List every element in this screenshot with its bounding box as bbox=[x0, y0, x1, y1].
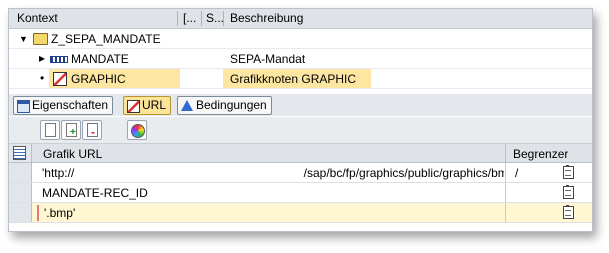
tree-node-z-sepa-mandate[interactable]: ▼ Z_SEPA_MANDATE bbox=[9, 29, 592, 49]
limiter-cell[interactable] bbox=[505, 203, 592, 222]
tab-label: Eigenschaften bbox=[32, 98, 109, 112]
tree-node-description: SEPA-Mandat bbox=[230, 52, 306, 66]
folder-icon bbox=[33, 33, 48, 45]
expand-triangle-icon[interactable]: ▼ bbox=[19, 34, 28, 44]
graphic-icon bbox=[53, 72, 67, 86]
tab-label: URL bbox=[142, 98, 167, 112]
table-row[interactable]: 'http:// /sap/bc/fp/graphics/public/grap… bbox=[9, 163, 592, 183]
table-row[interactable]: MANDATE-REC_ID bbox=[9, 183, 592, 203]
column-header-grafik-url[interactable]: Grafik URL bbox=[43, 147, 102, 161]
properties-icon bbox=[17, 100, 30, 113]
header-beschreibung[interactable]: Beschreibung bbox=[230, 11, 303, 25]
url-cell[interactable]: MANDATE-REC_ID bbox=[32, 183, 504, 202]
url-edit-field[interactable] bbox=[37, 205, 39, 221]
plus-icon: + bbox=[70, 127, 76, 138]
bullet-icon: • bbox=[40, 71, 45, 85]
clipboard-icon[interactable] bbox=[563, 205, 574, 219]
column-separator bbox=[201, 11, 202, 26]
tab-bar: Eigenschaften URL Bedingungen bbox=[9, 94, 592, 116]
url-cell[interactable]: '.bmp' bbox=[32, 203, 504, 222]
limiter-cell[interactable] bbox=[505, 183, 592, 202]
table-row[interactable]: '.bmp' bbox=[9, 203, 592, 223]
context-tree-header: Kontext [... S... Beschreibung bbox=[9, 9, 592, 29]
column-separator bbox=[223, 11, 224, 26]
clipboard-icon[interactable] bbox=[563, 185, 574, 199]
minus-icon: - bbox=[91, 125, 95, 139]
color-wheel-icon bbox=[131, 124, 145, 138]
tab-label: Bedingungen bbox=[196, 98, 267, 112]
conditions-icon bbox=[181, 100, 193, 111]
toolbar: + - bbox=[9, 117, 592, 144]
column-separator bbox=[505, 144, 506, 162]
graphic-node-window: Kontext [... S... Beschreibung ▼ Z_SEPA_… bbox=[8, 8, 593, 232]
limiter-cell[interactable]: / bbox=[505, 163, 592, 182]
color-button[interactable] bbox=[127, 120, 147, 140]
url-value: '.bmp' bbox=[44, 206, 76, 220]
clipboard-icon[interactable] bbox=[563, 165, 574, 179]
tab-eigenschaften[interactable]: Eigenschaften bbox=[13, 96, 114, 115]
bullet-icon: ▸ bbox=[39, 51, 46, 65]
graphic-icon bbox=[127, 100, 140, 113]
tab-url[interactable]: URL bbox=[123, 96, 172, 115]
new-row-button[interactable] bbox=[40, 120, 60, 140]
tree-node-label: Z_SEPA_MANDATE bbox=[51, 32, 161, 46]
delete-row-button[interactable]: - bbox=[82, 120, 102, 140]
header-col2[interactable]: [... bbox=[183, 11, 196, 25]
table-settings-icon bbox=[13, 146, 26, 160]
row-selector[interactable] bbox=[9, 183, 32, 202]
url-cell[interactable]: 'http:// /sap/bc/fp/graphics/public/grap… bbox=[32, 163, 504, 182]
select-all-cell[interactable] bbox=[9, 144, 32, 162]
url-path: /sap/bc/fp/graphics/public/graphics/bmap… bbox=[303, 166, 504, 180]
header-col3[interactable]: S... bbox=[206, 11, 224, 25]
tree-node-description: Grafikknoten GRAPHIC bbox=[230, 72, 357, 86]
tree-node-graphic[interactable]: • GRAPHIC Grafikknoten GRAPHIC bbox=[9, 69, 592, 89]
limiter-value: / bbox=[515, 166, 519, 180]
row-selector[interactable] bbox=[9, 203, 32, 222]
column-header-begrenzer[interactable]: Begrenzer bbox=[513, 147, 568, 161]
tab-bedingungen[interactable]: Bedingungen bbox=[177, 96, 272, 115]
header-kontext[interactable]: Kontext bbox=[17, 11, 58, 25]
table-header: Grafik URL Begrenzer bbox=[9, 144, 592, 163]
column-separator bbox=[177, 11, 178, 26]
row-selector[interactable] bbox=[9, 163, 32, 182]
tree-node-mandate[interactable]: ▸ MANDATE SEPA-Mandat bbox=[9, 49, 592, 69]
tree-node-label: MANDATE bbox=[71, 52, 129, 66]
tree-node-label: GRAPHIC bbox=[71, 72, 126, 86]
url-prefix: 'http:// bbox=[42, 166, 75, 180]
structure-icon bbox=[50, 56, 68, 63]
insert-row-button[interactable]: + bbox=[61, 120, 81, 140]
url-value: MANDATE-REC_ID bbox=[42, 186, 148, 200]
document-icon bbox=[45, 123, 56, 137]
